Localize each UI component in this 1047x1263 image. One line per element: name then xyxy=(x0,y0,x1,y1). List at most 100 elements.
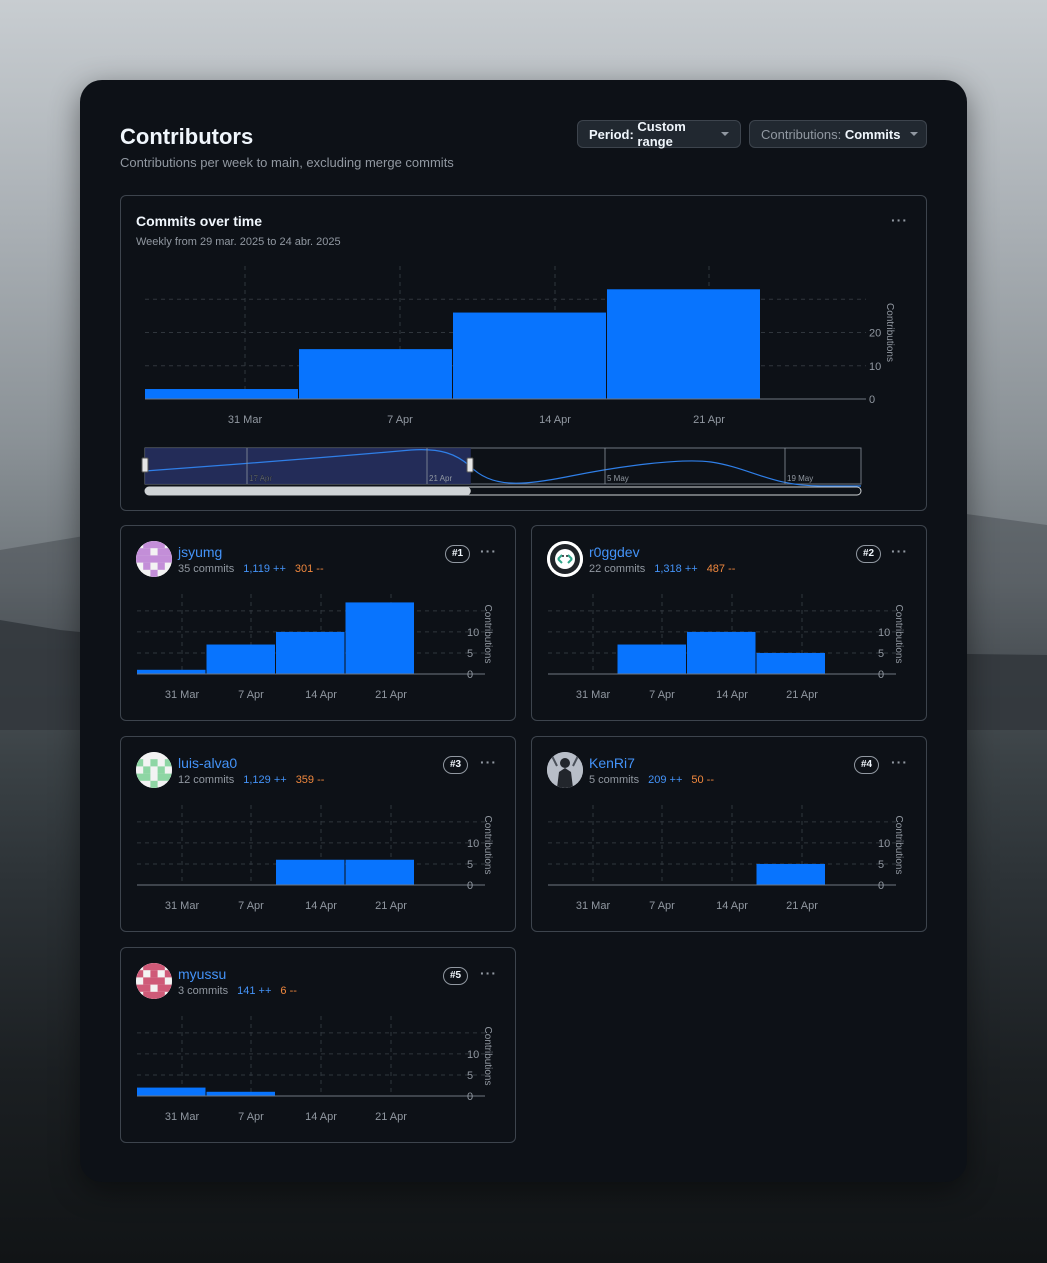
x-tick-label: 31 Mar xyxy=(165,900,200,912)
y-tick-label: 10 xyxy=(878,838,890,850)
x-tick-label: 14 Apr xyxy=(716,689,748,701)
period-label: Period: xyxy=(589,126,634,142)
contributions-value: Commits xyxy=(844,126,901,142)
chart-bar xyxy=(345,859,414,885)
x-tick-label: 21 Apr xyxy=(375,900,407,912)
range-scrollbar-thumb[interactable] xyxy=(145,487,471,495)
contributor-card-jsyumg: jsyumg 35 commits 1,119 ++ 301 -- #1 ··· 3… xyxy=(120,525,516,721)
y-tick-label: 0 xyxy=(467,1091,473,1103)
chart-bar xyxy=(345,602,414,674)
y-tick-label: 5 xyxy=(878,859,884,871)
x-tick-label: 14 Apr xyxy=(716,900,748,912)
x-tick-label: 7 Apr xyxy=(238,689,264,701)
triangle-down-icon xyxy=(910,132,919,136)
chart-bar xyxy=(276,859,345,885)
y-tick-label: 5 xyxy=(467,859,473,871)
contributor-chart: 31 Mar 7 Apr 14 Apr 21 Apr 0 5 10 Contributions xyxy=(548,805,904,912)
range-label: 17 Apr xyxy=(249,474,272,483)
chart-bar xyxy=(145,389,298,399)
x-tick-label: 7 Apr xyxy=(649,900,675,912)
x-tick-label: 21 Apr xyxy=(375,1111,407,1123)
y-axis-title: Contributions xyxy=(893,605,904,664)
page-title: Contributors xyxy=(120,124,254,149)
chart-bar xyxy=(137,669,206,674)
x-tick-label: 21 Apr xyxy=(786,689,818,701)
y-tick-label: 0 xyxy=(878,669,884,681)
x-tick-label: 21 Apr xyxy=(786,900,818,912)
chart-plot: 31 Mar 7 Apr 14 Apr 21 Apr 0 5 10 Contributions xyxy=(548,594,904,701)
y-tick-label: 0 xyxy=(878,880,884,892)
page-subtitle: Contributions per week to main, excludin… xyxy=(120,155,454,170)
x-tick-label: 7 Apr xyxy=(387,414,413,426)
commits-over-time-card: Commits over time Weekly from 29 mar. 20… xyxy=(120,195,927,511)
range-handle-left[interactable] xyxy=(141,457,149,473)
contributor-card-r0ggdev: r0ggdev 22 commits 1,318 ++ 487 -- #2 ··· … xyxy=(531,525,927,721)
contributions-label: Contributions: xyxy=(761,126,842,142)
x-tick-label: 7 Apr xyxy=(649,689,675,701)
x-tick-label: 21 Apr xyxy=(375,689,407,701)
chart-bar xyxy=(137,1087,206,1096)
triangle-down-icon xyxy=(721,132,729,136)
x-tick-label: 7 Apr xyxy=(238,900,264,912)
range-label: 5 May xyxy=(607,474,629,483)
chart-bar xyxy=(687,631,756,674)
y-tick-label: 0 xyxy=(467,880,473,892)
y-axis-title: Contributions xyxy=(884,303,895,362)
range-selector[interactable]: 17 Apr 21 Apr 5 May 19 May xyxy=(141,447,862,496)
commits-chart: 17 Apr 21 Apr 5 May 19 May 31 Mar 7 Apr 14… xyxy=(141,266,895,496)
chart-bar xyxy=(206,644,275,674)
range-selection[interactable] xyxy=(145,448,471,484)
x-tick-label: 7 Apr xyxy=(238,1111,264,1123)
x-tick-label: 21 Apr xyxy=(693,414,725,426)
y-axis-title: Contributions xyxy=(482,605,493,664)
x-tick-label: 31 Mar xyxy=(576,900,611,912)
range-handle-right[interactable] xyxy=(466,457,474,473)
y-axis-title: Contributions xyxy=(482,1027,493,1086)
chart-plot: 31 Mar 7 Apr 14 Apr 21 Apr 0 5 10 Contributions xyxy=(137,1016,493,1123)
chart-plot: 31 Mar 7 Apr 14 Apr 21 Apr 0 5 10 Contributions xyxy=(137,594,493,701)
range-label: 19 May xyxy=(787,474,813,483)
chart-bar xyxy=(617,644,686,674)
y-tick-label: 20 xyxy=(869,328,881,340)
contributor-card-luis-alva0: luis-alva0 12 commits 1,129 ++ 359 -- #3 ·… xyxy=(120,736,516,932)
x-tick-label: 31 Mar xyxy=(165,1111,200,1123)
y-tick-label: 10 xyxy=(878,627,890,639)
contributions-dropdown[interactable]: Contributions: Commits xyxy=(749,120,927,148)
period-value: Custom range xyxy=(637,119,686,149)
y-tick-label: 10 xyxy=(467,1049,479,1061)
y-tick-label: 0 xyxy=(467,669,473,681)
chart-bar xyxy=(756,652,825,674)
x-tick-label: 14 Apr xyxy=(305,689,337,701)
x-tick-label: 31 Mar xyxy=(165,689,200,701)
contributor-chart: 31 Mar 7 Apr 14 Apr 21 Apr 0 5 10 Contributions xyxy=(137,594,493,701)
y-tick-label: 10 xyxy=(869,361,881,373)
contributor-card-myussu: myussu 3 commits 141 ++ 6 -- #5 ··· 31 Mar… xyxy=(120,947,516,1143)
y-axis-title: Contributions xyxy=(482,816,493,875)
y-tick-label: 0 xyxy=(869,394,875,406)
x-tick-label: 14 Apr xyxy=(539,414,571,426)
chart-bar xyxy=(299,349,452,399)
y-tick-label: 5 xyxy=(467,1070,473,1082)
contributor-chart: 31 Mar 7 Apr 14 Apr 21 Apr 0 5 10 Contributions xyxy=(137,805,493,912)
chart-bar xyxy=(453,312,606,399)
y-tick-label: 5 xyxy=(878,648,884,660)
chart-bar xyxy=(276,631,345,674)
x-tick-label: 31 Mar xyxy=(576,689,611,701)
chart-bar xyxy=(206,1091,275,1096)
contributors-panel: Contributors Contributions per week to m… xyxy=(80,80,967,1182)
chart-bar xyxy=(607,289,760,399)
chart-plot: 31 Mar 7 Apr 14 Apr 21 Apr 0 5 10 Contributions xyxy=(548,805,904,912)
y-tick-label: 10 xyxy=(467,838,479,850)
chart-bar xyxy=(756,863,825,885)
period-dropdown[interactable]: Period: Custom range xyxy=(577,119,741,149)
contributor-chart: 31 Mar 7 Apr 14 Apr 21 Apr 0 5 10 Contributions xyxy=(548,594,904,701)
x-tick-label: 14 Apr xyxy=(305,900,337,912)
range-label: 21 Apr xyxy=(429,474,452,483)
contributor-chart: 31 Mar 7 Apr 14 Apr 21 Apr 0 5 10 Contributions xyxy=(137,1016,493,1123)
chart-plot: 31 Mar 7 Apr 14 Apr 21 Apr 0 5 10 Contributions xyxy=(137,805,493,912)
y-tick-label: 10 xyxy=(467,627,479,639)
contributor-card-kenri7: KenRi7 5 commits 209 ++ 50 -- #4 ··· 31 Ma… xyxy=(531,736,927,932)
chart-plot: 31 Mar 7 Apr 14 Apr 21 Apr 0 10 20 Contribution… xyxy=(145,266,895,426)
x-tick-label: 31 Mar xyxy=(228,414,263,426)
y-tick-label: 5 xyxy=(467,648,473,660)
